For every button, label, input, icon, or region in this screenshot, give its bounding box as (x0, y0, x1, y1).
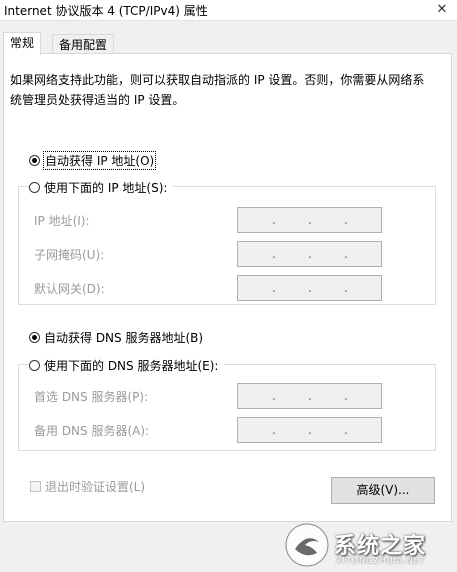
validate-checkbox[interactable] (30, 481, 41, 492)
dns-auto-radio[interactable] (29, 331, 40, 343)
ip-manual-option[interactable]: 使用下面的 IP 地址(S): (29, 178, 174, 196)
tab-general[interactable]: 常规 (3, 32, 42, 55)
ip-auto-label: 自动获得 IP 地址(O) (42, 150, 157, 170)
validate-on-exit[interactable]: 退出时验证设置(L) (30, 478, 145, 495)
default-gateway-input[interactable]: ... (237, 275, 382, 301)
advanced-button[interactable]: 高级(V)... (331, 477, 435, 504)
close-button[interactable]: ✕ (429, 0, 455, 20)
ip-auto-radio[interactable] (29, 154, 40, 166)
tab-bar: 常规 备用配置 (0, 32, 457, 55)
dns-manual-option[interactable]: 使用下面的 DNS 服务器地址(E): (29, 356, 225, 374)
ip-address-label: IP 地址(I): (34, 214, 90, 228)
alternate-dns-input[interactable]: ... (237, 417, 382, 443)
watermark-logo-icon (285, 523, 329, 567)
subnet-mask-input[interactable]: ... (237, 241, 382, 267)
window-title: Internet 协议版本 4 (TCP/IPv4) 属性 (4, 4, 208, 18)
general-panel: 如果网络支持此功能，则可以获取自动指派的 IP 设置。否则，你需要从网络系统管理… (3, 53, 452, 522)
ip-auto-option[interactable]: 自动获得 IP 地址(O) (29, 150, 157, 170)
dns-manual-radio[interactable] (29, 359, 40, 371)
ip-address-input[interactable]: ... (237, 207, 382, 233)
dns-auto-option[interactable]: 自动获得 DNS 服务器地址(B) (29, 328, 203, 346)
ip-manual-label: 使用下面的 IP 地址(S): (44, 180, 168, 195)
watermark: 系统之家 XITONGZHIJIA.NET (280, 520, 450, 570)
default-gateway-label: 默认网关(D): (34, 282, 105, 296)
validate-label: 退出时验证设置(L) (45, 480, 146, 494)
preferred-dns-label: 首选 DNS 服务器(P): (34, 390, 149, 404)
tab-alternate-config[interactable]: 备用配置 (52, 34, 115, 54)
watermark-subtext: XITONGZHIJIA.NET (336, 556, 426, 565)
dns-auto-label: 自动获得 DNS 服务器地址(B) (44, 330, 204, 345)
ip-manual-radio[interactable] (29, 181, 40, 193)
title-bar: Internet 协议版本 4 (TCP/IPv4) 属性 ✕ (0, 0, 457, 21)
close-icon: ✕ (436, 2, 448, 17)
description-text: 如果网络支持此功能，则可以获取自动指派的 IP 设置。否则，你需要从网络系统管理… (10, 73, 425, 107)
preferred-dns-input[interactable]: ... (237, 383, 382, 409)
dns-manual-label: 使用下面的 DNS 服务器地址(E): (44, 358, 219, 373)
subnet-mask-label: 子网掩码(U): (34, 248, 105, 262)
alternate-dns-label: 备用 DNS 服务器(A): (34, 424, 150, 438)
